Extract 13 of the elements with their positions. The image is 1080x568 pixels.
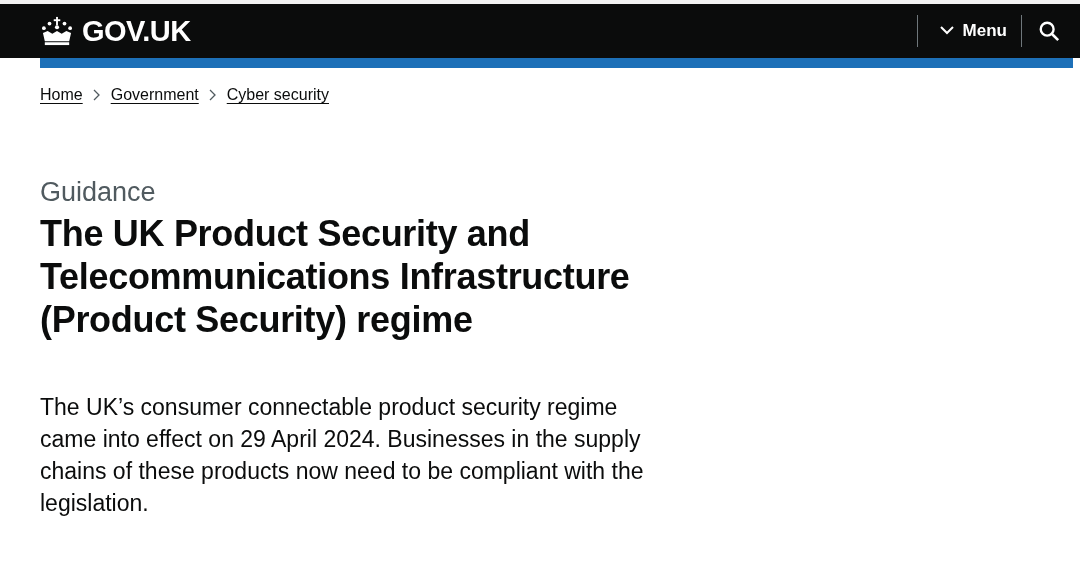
page-caption: Guidance — [40, 176, 157, 208]
chevron-down-icon — [939, 26, 954, 36]
chevron-icon — [208, 89, 217, 101]
breadcrumb-link[interactable]: Cyber security — [226, 86, 329, 104]
breadcrumb-link[interactable]: Home — [40, 86, 83, 104]
lead-paragraph: The UK’s consumer connectable product security regime came into effect on 29 April 2024. Businesses in the supply chains of these products now need to be compliant with the legislation. — [40, 393, 645, 518]
crown-icon — [40, 16, 74, 46]
page-title: The UK Product Security and Telecommunications Infrastructure (Product Security) regime — [40, 212, 631, 341]
menu-button[interactable]: Menu — [917, 21, 1021, 41]
chevron-icon — [92, 89, 101, 101]
govuk-logo-link[interactable]: GOV.UK — [40, 14, 191, 48]
search-icon — [1038, 20, 1060, 42]
breadcrumb-link[interactable]: Government — [110, 86, 199, 104]
